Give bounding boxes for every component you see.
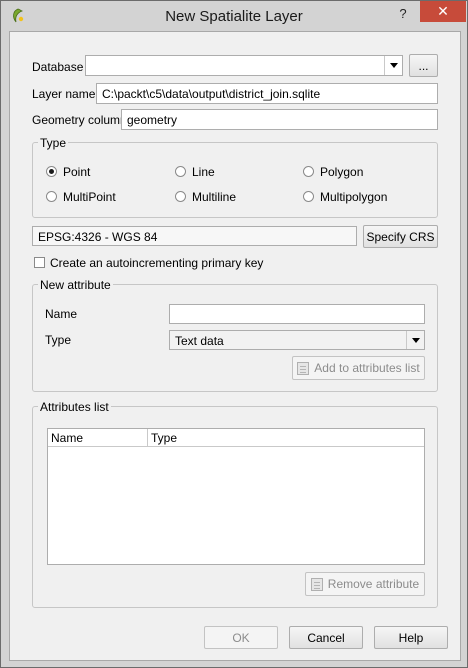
remove-attribute-button[interactable]: Remove attribute — [305, 572, 425, 596]
primary-key-label[interactable]: Create an autoincrementing primary key — [50, 256, 263, 270]
radio-multipolygon[interactable] — [303, 191, 314, 202]
type-group — [32, 142, 438, 218]
close-button[interactable]: ✕ — [420, 1, 466, 22]
dialog-content: Database ... Layer name C:\packt\c5\data… — [9, 31, 461, 661]
chevron-down-icon[interactable] — [384, 56, 402, 75]
radio-point[interactable] — [46, 166, 57, 177]
new-attribute-group-title: New attribute — [38, 278, 113, 292]
radio-polygon[interactable] — [303, 166, 314, 177]
help-button[interactable]: Help — [374, 626, 448, 649]
radio-line[interactable] — [175, 166, 186, 177]
attribute-name-input[interactable] — [169, 304, 425, 324]
table-add-icon — [297, 361, 310, 375]
radio-multipoint[interactable] — [46, 191, 57, 202]
geometry-column-input[interactable]: geometry — [121, 109, 438, 130]
database-combo[interactable] — [85, 55, 403, 76]
radio-multipoint-label[interactable]: MultiPoint — [63, 190, 116, 204]
ok-button[interactable]: OK — [204, 626, 278, 649]
database-label: Database — [32, 60, 84, 74]
radio-point-label[interactable]: Point — [63, 165, 90, 179]
radio-line-label[interactable]: Line — [192, 165, 215, 179]
type-group-title: Type — [38, 136, 69, 150]
title-help-button[interactable]: ? — [395, 6, 411, 24]
titlebar[interactable]: New Spatialite Layer ? ✕ — [1, 1, 467, 31]
chevron-down-icon[interactable] — [406, 331, 424, 349]
radio-polygon-label[interactable]: Polygon — [320, 165, 363, 179]
attributes-list-group-title: Attributes list — [38, 400, 111, 414]
attribute-name-label: Name — [45, 307, 78, 321]
geometry-column-label: Geometry column — [32, 113, 127, 127]
dialog-window: New Spatialite Layer ? ✕ Database ... La… — [0, 0, 468, 668]
attribute-type-label: Type — [45, 333, 72, 347]
primary-key-checkbox[interactable] — [34, 257, 45, 268]
database-browse-button[interactable]: ... — [409, 54, 438, 77]
attribute-type-select[interactable]: Text data — [169, 330, 425, 350]
column-header-name[interactable]: Name — [48, 429, 148, 447]
radio-multiline-label[interactable]: Multiline — [192, 190, 236, 204]
table-remove-icon — [310, 577, 323, 591]
radio-multipolygon-label[interactable]: Multipolygon — [320, 190, 387, 204]
layer-name-label: Layer name — [32, 87, 96, 101]
crs-field[interactable]: EPSG:4326 - WGS 84 — [32, 226, 357, 246]
attributes-table[interactable]: Name Type — [47, 428, 425, 565]
radio-multiline[interactable] — [175, 191, 186, 202]
add-to-attributes-button[interactable]: Add to attributes list — [292, 356, 425, 380]
specify-crs-button[interactable]: Specify CRS — [363, 225, 438, 248]
cancel-button[interactable]: Cancel — [289, 626, 363, 649]
column-header-type[interactable]: Type — [148, 429, 424, 447]
remove-attribute-label: Remove attribute — [327, 577, 420, 591]
add-to-attributes-label: Add to attributes list — [314, 361, 420, 375]
layer-name-input[interactable]: C:\packt\c5\data\output\district_join.sq… — [96, 83, 438, 104]
attribute-type-value: Text data — [175, 334, 224, 348]
